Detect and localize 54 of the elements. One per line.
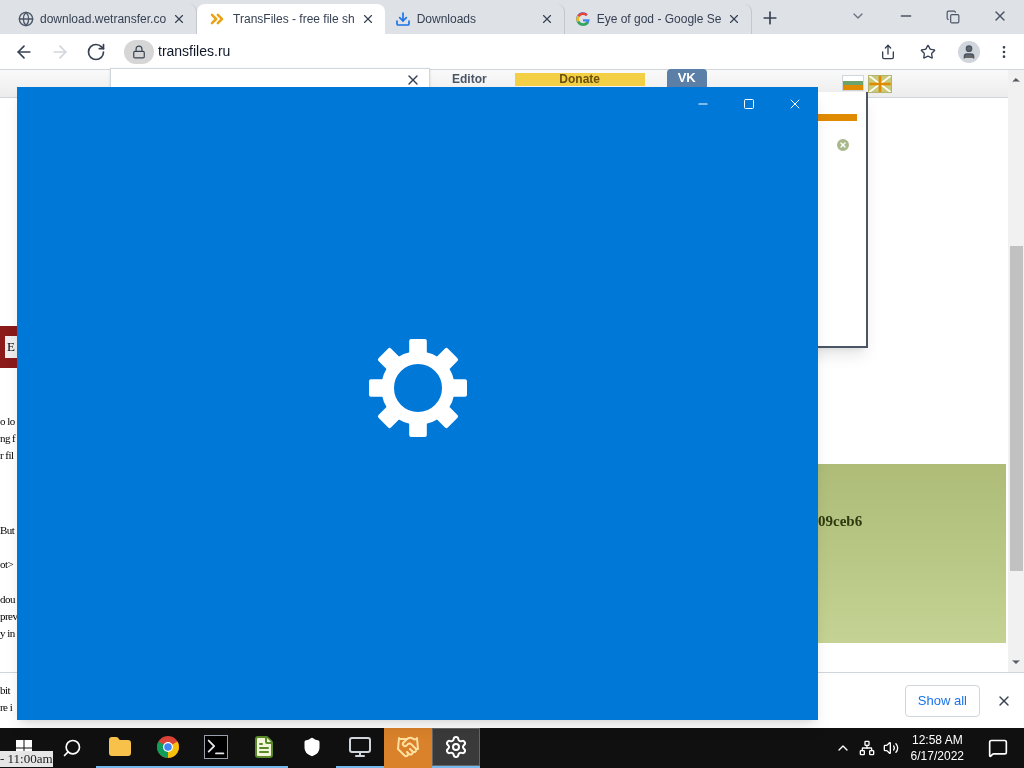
network-icon[interactable] (858, 740, 875, 756)
overlay-text: - 11:00am (0, 751, 53, 767)
text-fragment: y in (0, 626, 16, 641)
globe-icon (18, 11, 34, 27)
time-text: 12:58 AM (911, 732, 963, 748)
vk-button[interactable]: VK (666, 69, 707, 87)
terminal-icon (204, 735, 228, 759)
side-button[interactable]: E (5, 336, 17, 358)
flag-icon[interactable] (867, 75, 892, 93)
lock-icon[interactable] (124, 39, 154, 64)
nav-link[interactable]: Editor (452, 73, 487, 86)
hash-text: 09ceb6 (818, 513, 863, 529)
text-fragment: ng f (0, 431, 17, 446)
monitor-icon (348, 735, 372, 759)
url-text: transfiles.ru (158, 42, 231, 61)
taskbar-app[interactable] (432, 728, 480, 768)
scrollbar[interactable] (1008, 70, 1024, 672)
scrollbar-thumb[interactable] (1009, 246, 1023, 571)
text-fragment: ot> (0, 557, 15, 572)
text-fragment: bit (0, 683, 12, 698)
restore-icon[interactable] (946, 10, 960, 24)
download-icon (394, 11, 411, 27)
text-fragment: re i (0, 700, 14, 715)
notepad-icon (252, 735, 276, 759)
text-fragment: prev (0, 609, 17, 624)
tab-title: Downloads (416, 11, 478, 28)
search-icon[interactable] (62, 738, 82, 758)
volume-icon[interactable] (882, 740, 899, 756)
text-fragment: But (0, 523, 16, 538)
text-fragment: dou (0, 592, 16, 607)
text-fragment: r fil (0, 448, 15, 463)
tab-title: TransFiles - free file sh (233, 11, 355, 28)
maximize-icon[interactable] (743, 98, 755, 110)
gear-icon (368, 338, 467, 437)
text-fragment: o lo (0, 414, 16, 429)
chrome-logo-icon (156, 735, 180, 759)
show-all-button[interactable]: Show all (904, 684, 980, 717)
browser-tab[interactable]: TransFiles - free file sh (197, 4, 385, 34)
date-text: 6/17/2022 (910, 748, 964, 764)
handshake-icon (396, 735, 420, 759)
tab-title: Eye of god - Google Se (596, 11, 722, 28)
notifications-icon[interactable] (988, 738, 1008, 758)
shield-icon (302, 737, 322, 757)
reload-icon[interactable] (86, 41, 106, 62)
folder-icon (108, 735, 132, 759)
clock[interactable]: 12:58 AM 6/17/2022 (902, 728, 972, 768)
share-icon[interactable] (880, 43, 896, 60)
google-g-icon (574, 11, 591, 27)
flag-icon[interactable] (841, 75, 864, 91)
bookmark-star-icon[interactable] (920, 43, 936, 60)
donate-button[interactable]: Donate (514, 73, 645, 86)
tab-title: download.wetransfer.co (40, 11, 167, 28)
profile-avatar[interactable] (958, 40, 980, 63)
gear-icon (444, 735, 468, 759)
